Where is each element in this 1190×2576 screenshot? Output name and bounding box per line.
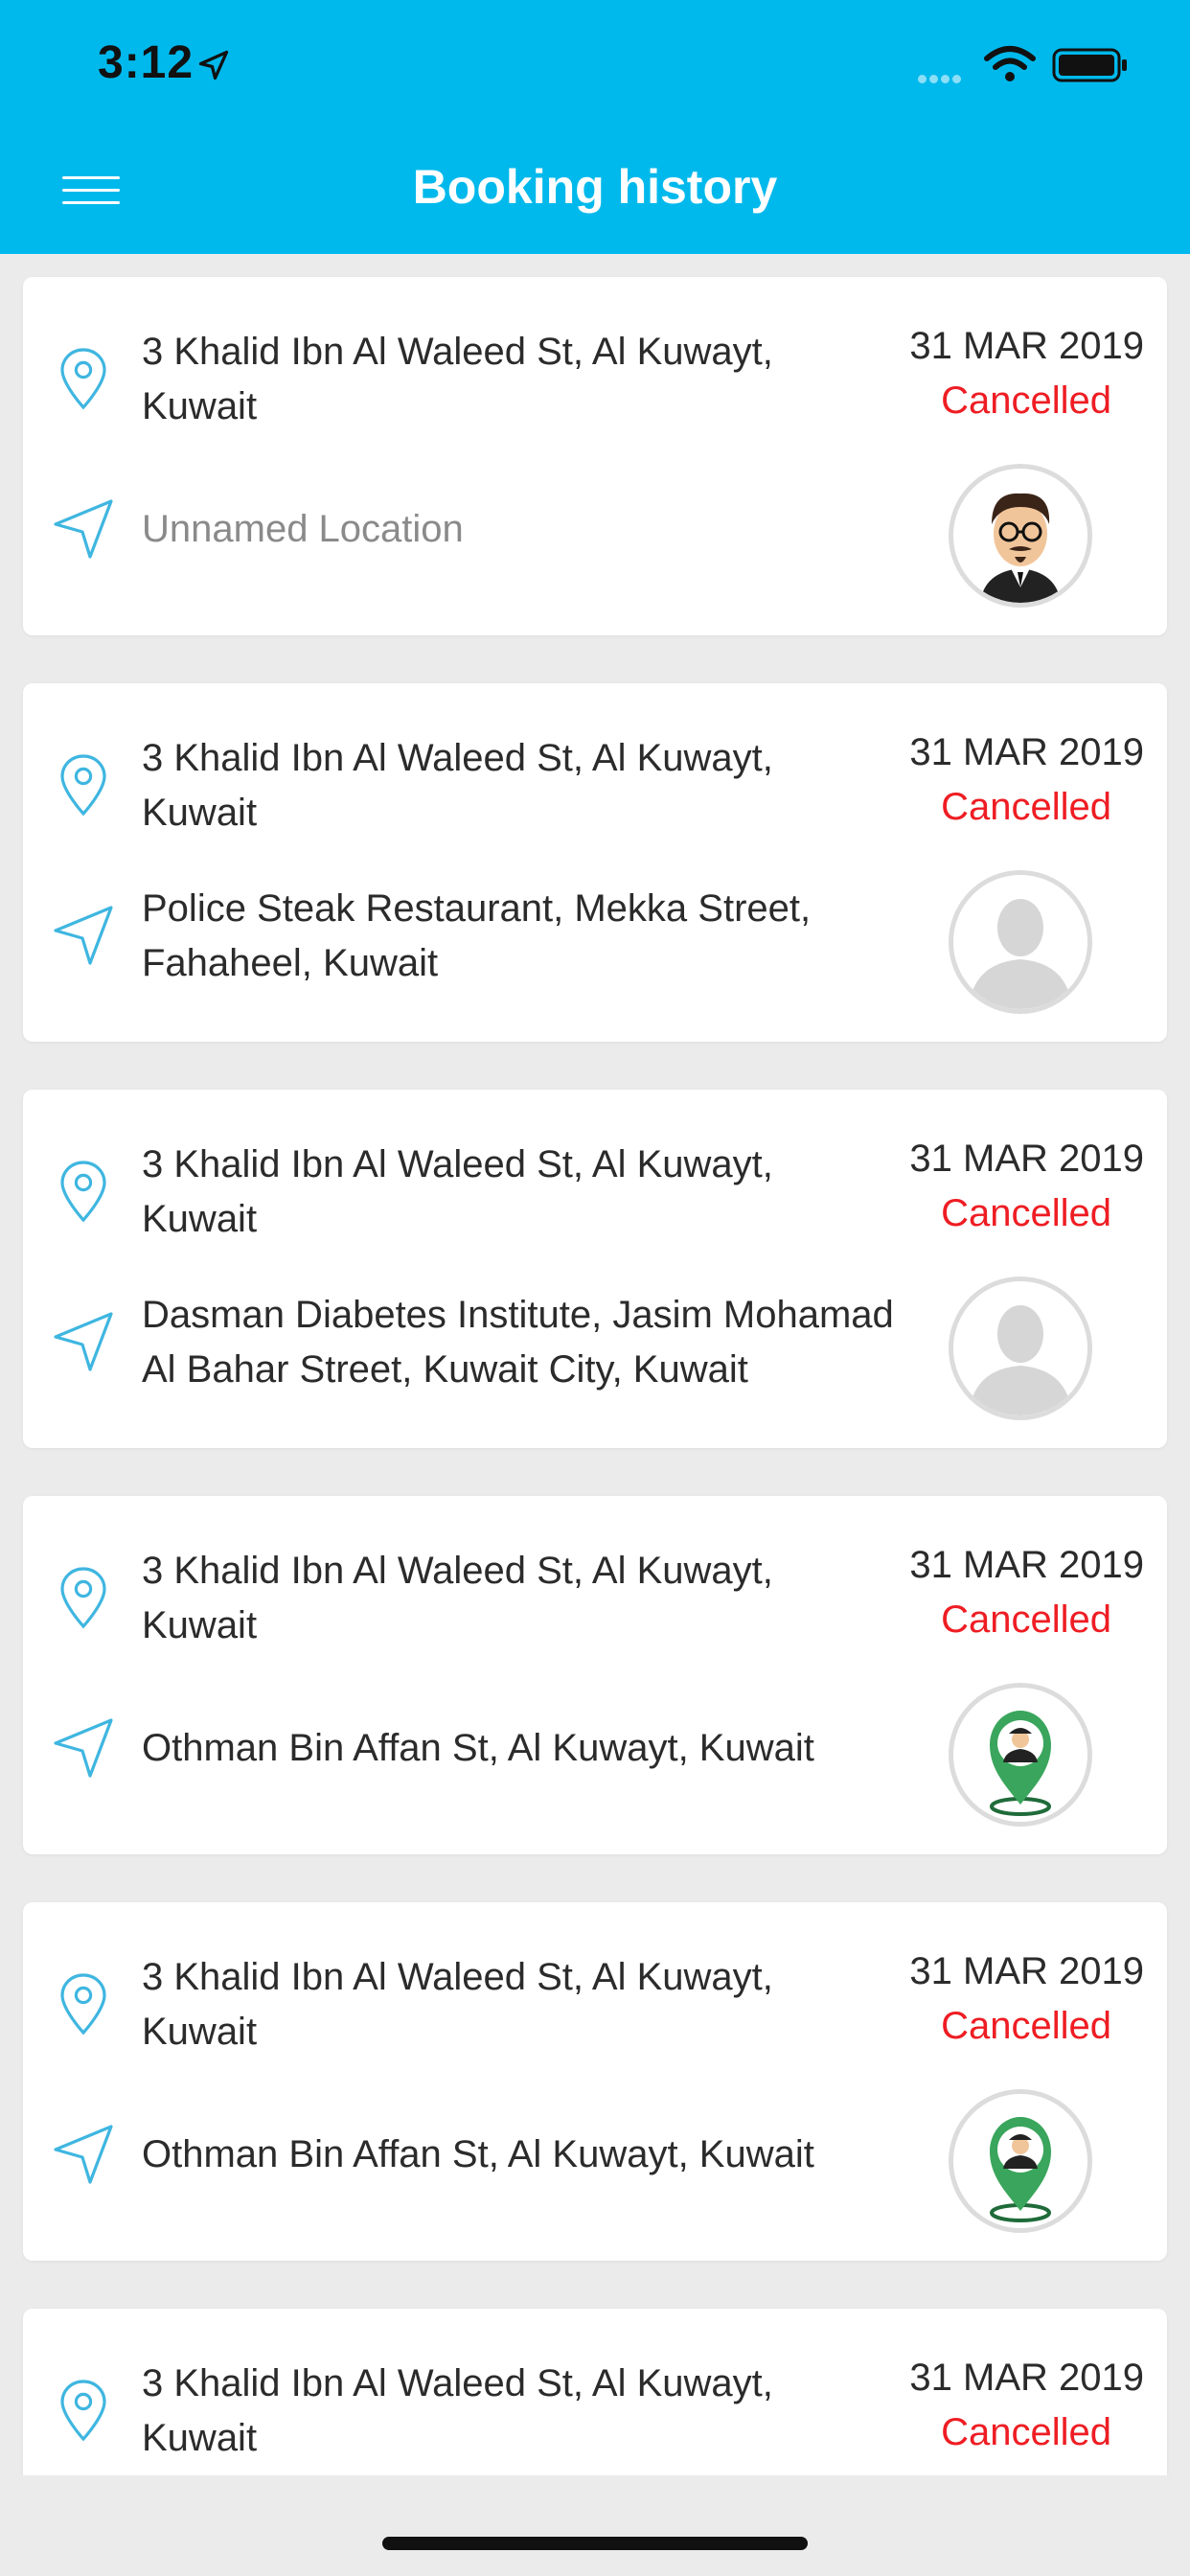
- dropoff-address: Othman Bin Affan St, Al Kuwayt, Kuwait: [142, 2133, 814, 2175]
- pickup-address: 3 Khalid Ibn Al Waleed St, Al Kuwayt, Ku…: [142, 1550, 773, 1646]
- dropoff-navigation-icon: [54, 499, 113, 559]
- status-time: 3:12: [98, 37, 195, 88]
- dropoff-navigation-icon: [54, 2125, 113, 2184]
- booking-date: 31 MAR 2019: [909, 325, 1144, 367]
- dropoff-address: Dasman Diabetes Institute, Jasim Mohamad…: [142, 1294, 894, 1391]
- placeholder-avatar-icon: [949, 1276, 1092, 1420]
- booking-date: 31 MAR 2019: [909, 731, 1144, 773]
- pickup-pin-icon: [60, 2380, 106, 2442]
- placeholder-avatar-icon: [949, 870, 1092, 1014]
- pickup-pin-icon: [60, 1567, 106, 1629]
- pickup-address: 3 Khalid Ibn Al Waleed St, Al Kuwayt, Ku…: [142, 737, 773, 834]
- booking-date: 31 MAR 2019: [909, 1138, 1144, 1180]
- dropoff-navigation-icon: [54, 906, 113, 965]
- booking-card[interactable]: 3 Khalid Ibn Al Waleed St, Al Kuwayt, Ku…: [23, 2309, 1167, 2475]
- pickup-pin-icon: [60, 348, 106, 410]
- booking-date: 31 MAR 2019: [909, 1544, 1144, 1586]
- booking-status: Cancelled: [941, 2411, 1111, 2453]
- driver-avatar-photo: [949, 464, 1092, 608]
- pickup-address: 3 Khalid Ibn Al Waleed St, Al Kuwayt, Ku…: [142, 2362, 773, 2459]
- booking-status: Cancelled: [941, 1192, 1111, 1234]
- location-services-icon: [198, 50, 229, 80]
- home-indicator[interactable]: [382, 2537, 808, 2550]
- booking-status: Cancelled: [941, 786, 1111, 828]
- booking-list[interactable]: 3 Khalid Ibn Al Waleed St, Al Kuwayt, Ku…: [0, 254, 1190, 2475]
- page-title: Booking history: [412, 160, 778, 214]
- dropoff-address: Police Steak Restaurant, Mekka Street, F…: [142, 887, 812, 984]
- booking-date: 31 MAR 2019: [909, 2357, 1144, 2399]
- booking-card[interactable]: 3 Khalid Ibn Al Waleed St, Al Kuwayt, Ku…: [23, 1902, 1167, 2261]
- dropoff-address: Othman Bin Affan St, Al Kuwayt, Kuwait: [142, 1727, 814, 1769]
- booking-status: Cancelled: [941, 1598, 1111, 1641]
- app-header: 3:12 Booking history: [0, 0, 1190, 254]
- booking-card[interactable]: 3 Khalid Ibn Al Waleed St, Al Kuwayt, Ku…: [23, 277, 1167, 635]
- dropoff-navigation-icon: [54, 1312, 113, 1371]
- booking-card[interactable]: 3 Khalid Ibn Al Waleed St, Al Kuwayt, Ku…: [23, 683, 1167, 1042]
- pickup-pin-icon: [60, 1973, 106, 2036]
- driver-pin-icon: [949, 2089, 1092, 2233]
- pickup-address: 3 Khalid Ibn Al Waleed St, Al Kuwayt, Ku…: [142, 1143, 773, 1240]
- pickup-pin-icon: [60, 754, 106, 816]
- wifi-icon: [984, 46, 1036, 81]
- pickup-address: 3 Khalid Ibn Al Waleed St, Al Kuwayt, Ku…: [142, 1956, 773, 2053]
- booking-status: Cancelled: [941, 380, 1111, 422]
- cellular-signal-icon: [918, 71, 964, 88]
- dropoff-navigation-icon: [54, 1718, 113, 1778]
- driver-pin-icon: [949, 1683, 1092, 1827]
- booking-date: 31 MAR 2019: [909, 1950, 1144, 1992]
- pickup-pin-icon: [60, 1161, 106, 1223]
- booking-status: Cancelled: [941, 2005, 1111, 2047]
- dropoff-address: Unnamed Location: [142, 508, 464, 550]
- pickup-address: 3 Khalid Ibn Al Waleed St, Al Kuwayt, Ku…: [142, 331, 773, 427]
- booking-card[interactable]: 3 Khalid Ibn Al Waleed St, Al Kuwayt, Ku…: [23, 1496, 1167, 1854]
- battery-icon: [1052, 48, 1127, 82]
- booking-card[interactable]: 3 Khalid Ibn Al Waleed St, Al Kuwayt, Ku…: [23, 1090, 1167, 1448]
